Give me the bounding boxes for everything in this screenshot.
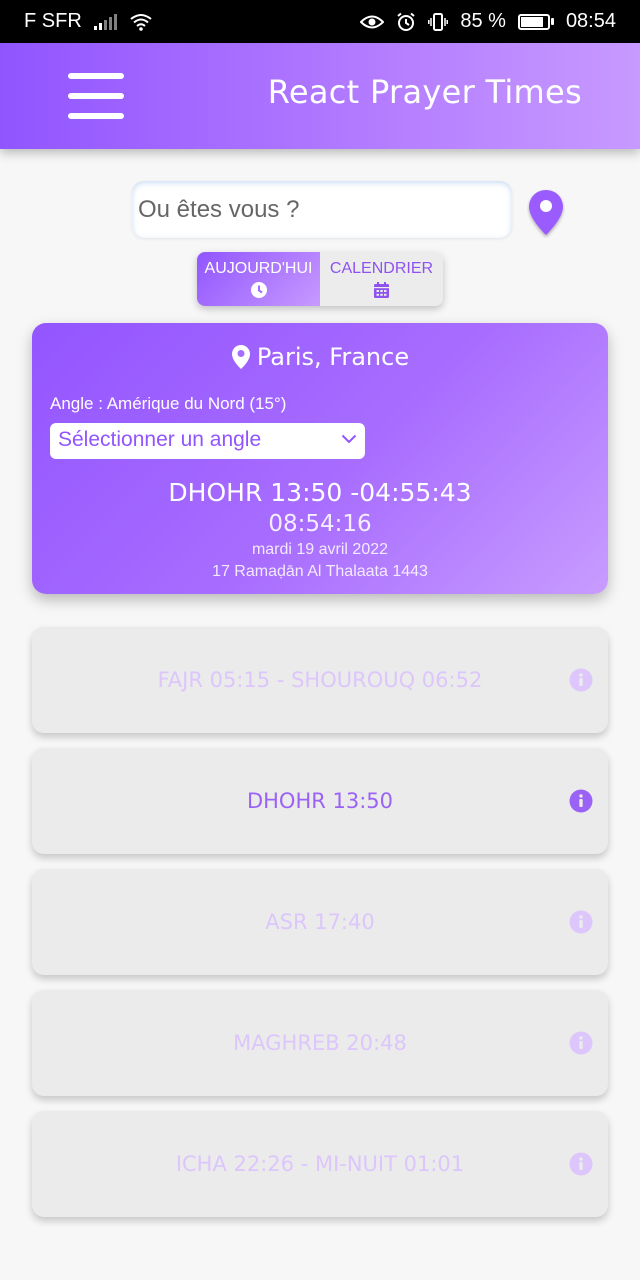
prayer-label: ICHA 22:26 - MI-NUIT 01:01	[175, 1152, 465, 1176]
prayer-label: ASR 17:40	[265, 910, 375, 934]
view-toggle: AUJOURD'HUI CALENDRIER	[197, 252, 443, 306]
angle-select-value: Sélectionner un angle	[58, 428, 262, 451]
info-icon[interactable]	[569, 789, 593, 813]
prayer-row-asr[interactable]: ASR 17:40	[32, 869, 608, 975]
location-search-input[interactable]	[132, 181, 512, 238]
prayer-label: MAGHREB 20:48	[233, 1031, 407, 1055]
clock-icon	[250, 282, 267, 298]
calendar-icon	[374, 282, 389, 298]
chevron-down-icon	[341, 434, 357, 444]
status-bar: F SFR 85 % 08:54	[0, 0, 640, 43]
tab-calendar[interactable]: CALENDRIER	[320, 252, 443, 306]
tab-calendar-label: CALENDRIER	[329, 260, 434, 277]
tab-today-label: AUJOURD'HUI	[204, 260, 313, 277]
tab-today[interactable]: AUJOURD'HUI	[197, 252, 320, 306]
gregorian-date: mardi 19 avril 2022	[251, 541, 389, 558]
map-pin-icon	[231, 345, 250, 369]
angle-label: Angle : Amérique du Nord (15°)	[50, 394, 287, 413]
info-icon[interactable]	[569, 910, 593, 934]
map-pin-icon[interactable]	[527, 188, 565, 238]
info-icon[interactable]	[569, 1031, 593, 1055]
prayer-label: FAJR 05:15 - SHOUROUQ 06:52	[157, 668, 483, 692]
city-heading: Paris, France	[32, 343, 608, 371]
signal-icon	[93, 13, 117, 30]
next-prayer-countdown: DHOHR 13:50 -04:55:43	[168, 478, 472, 507]
prayer-label: DHOHR 13:50	[246, 789, 394, 813]
prayer-row-dhohr[interactable]: DHOHR 13:50	[32, 748, 608, 854]
carrier-name: F SFR	[24, 10, 82, 32]
prayer-row-icha[interactable]: ICHA 22:26 - MI-NUIT 01:01	[32, 1111, 608, 1217]
hamburger-menu-icon[interactable]	[68, 73, 124, 119]
eye-icon	[360, 15, 385, 28]
alarm-icon	[397, 12, 415, 31]
prayer-row-fajr[interactable]: FAJR 05:15 - SHOUROUQ 06:52	[32, 627, 608, 733]
city-name: Paris, France	[256, 343, 410, 371]
wifi-icon	[130, 13, 152, 31]
app-header: React Prayer Times	[0, 43, 640, 149]
info-icon[interactable]	[569, 668, 593, 692]
vibrate-icon	[428, 12, 449, 31]
prayer-row-maghreb[interactable]: MAGHREB 20:48	[32, 990, 608, 1096]
angle-select[interactable]: Sélectionner un angle	[50, 423, 365, 459]
info-icon[interactable]	[569, 1152, 593, 1176]
current-prayer-card: Paris, France Angle : Amérique du Nord (…	[32, 323, 608, 594]
hijri-date: 17 Ramaḍān Al Thalaata 1443	[212, 563, 428, 580]
current-time: 08:54:16	[268, 511, 372, 537]
app-title: React Prayer Times	[267, 73, 582, 111]
clock-time: 08:54	[565, 10, 616, 32]
battery-percent: 85 %	[460, 10, 506, 32]
battery-icon	[517, 13, 554, 30]
